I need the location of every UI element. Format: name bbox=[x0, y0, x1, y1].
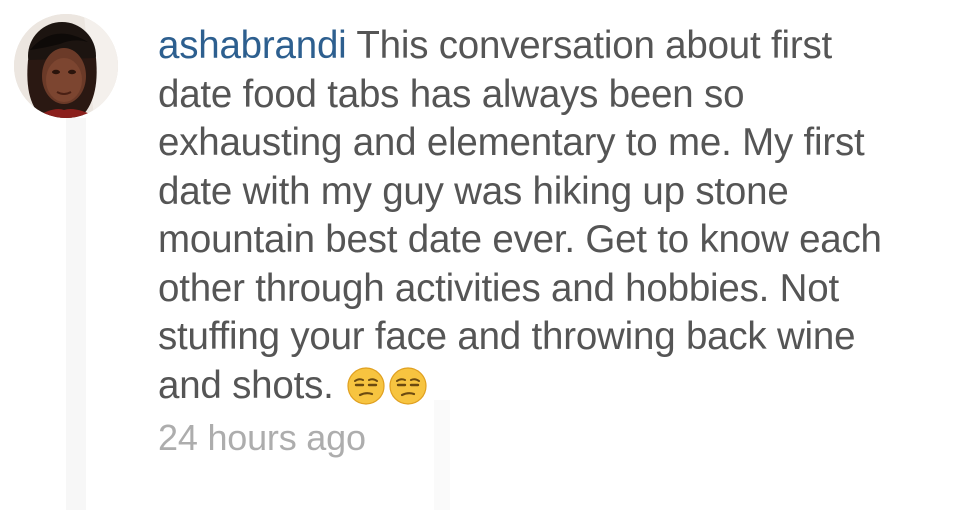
comment-text-line-3: exhausting and elementary to me. My firs… bbox=[158, 121, 865, 164]
thread-line bbox=[66, 118, 86, 510]
comment-timestamp: 24 hours ago bbox=[158, 417, 366, 458]
comment-text-line-4: date with my guy was hiking up stone bbox=[158, 169, 789, 213]
avatar-photo-icon bbox=[14, 14, 118, 118]
username-link[interactable]: ashabrandi bbox=[158, 24, 347, 67]
comment: ashabrandi This conversation about first… bbox=[0, 0, 980, 510]
comment-body: ashabrandi This conversation about first… bbox=[158, 22, 958, 410]
comment-text-line-6: other through activities and hobbies. No… bbox=[158, 266, 839, 310]
avatar[interactable] bbox=[14, 14, 118, 118]
comment-text-line-5: mountain best date ever. Get to know eac… bbox=[158, 218, 882, 261]
comment-text-line-7: stuffing your face and throwing back win… bbox=[158, 315, 856, 358]
comment-text-line-8: and shots. bbox=[158, 363, 334, 407]
comment-text-line-2: date food tabs has always been so bbox=[158, 72, 745, 116]
unamused-face-icon bbox=[346, 366, 386, 406]
comment-text-line-1: This conversation about first bbox=[356, 24, 833, 67]
thread-shadow bbox=[434, 400, 450, 510]
unamused-face-icon bbox=[388, 366, 428, 406]
